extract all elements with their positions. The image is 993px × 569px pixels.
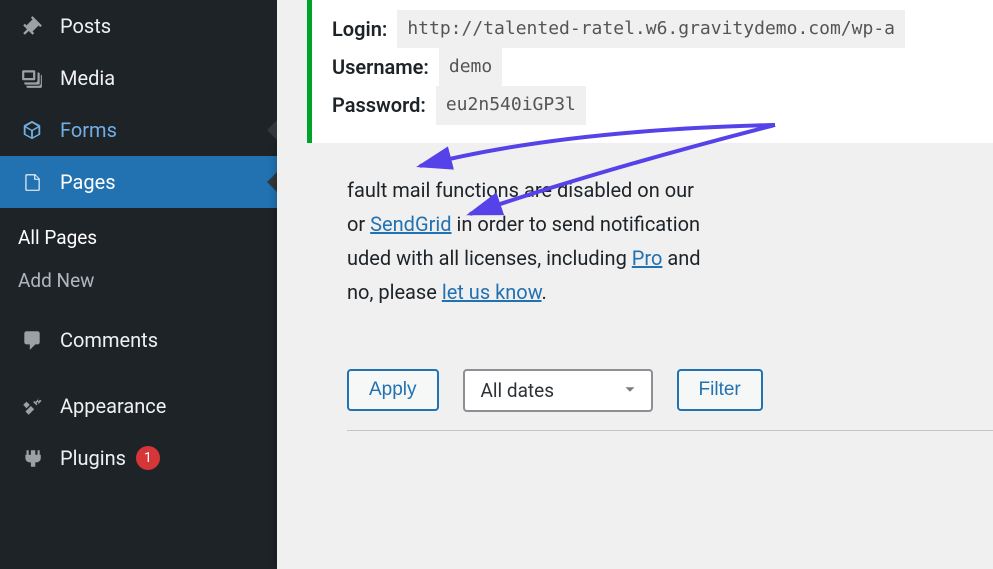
forms-icon <box>18 116 46 144</box>
let-us-know-link[interactable]: let us know <box>442 280 542 304</box>
sidebar-item-plugins[interactable]: Plugins 1 <box>0 432 277 484</box>
username-label: Username: <box>332 48 429 86</box>
sidebar-item-label: Posts <box>60 14 111 38</box>
username-row: Username: demo <box>332 48 973 86</box>
filter-button[interactable]: Filter <box>677 369 763 411</box>
dates-select-value: All dates <box>481 379 555 402</box>
demo-credentials-notice: Login: http://talented-ratel.w6.gravityd… <box>307 0 993 143</box>
sidebar-item-media[interactable]: Media <box>0 52 277 104</box>
sidebar-item-label: Media <box>60 66 115 90</box>
sidebar-item-label: Plugins <box>60 446 126 470</box>
password-label: Password: <box>332 86 426 124</box>
plugins-badge: 1 <box>136 446 160 470</box>
sidebar-item-comments[interactable]: Comments <box>0 314 277 366</box>
pages-submenu: All Pages Add New <box>0 208 277 314</box>
pin-icon <box>18 12 46 40</box>
submenu-item-all-pages[interactable]: All Pages <box>0 216 277 259</box>
appearance-icon <box>18 392 46 420</box>
submenu-item-add-new[interactable]: Add New <box>0 259 277 302</box>
table-top-border <box>347 430 993 431</box>
dates-select[interactable]: All dates <box>463 369 653 412</box>
sidebar-item-label: Comments <box>60 328 158 352</box>
sendgrid-link[interactable]: SendGrid <box>370 212 451 236</box>
password-row: Password: eu2n540iGP3l <box>332 86 973 124</box>
login-label: Login: <box>332 10 387 48</box>
main-content: Login: http://talented-ratel.w6.gravityd… <box>277 0 993 569</box>
sidebar-item-label: Forms <box>60 118 117 142</box>
login-value: http://talented-ratel.w6.gravitydemo.com… <box>397 10 905 48</box>
username-value: demo <box>439 48 502 86</box>
sidebar-item-appearance[interactable]: Appearance <box>0 380 277 432</box>
pro-link[interactable]: Pro <box>632 246 663 270</box>
admin-sidebar: Posts Media Forms Pages All Pages Add Ne… <box>0 0 277 569</box>
media-icon <box>18 64 46 92</box>
bulk-actions-row: Apply All dates Filter <box>307 369 993 412</box>
chevron-down-icon <box>621 381 639 399</box>
comments-icon <box>18 326 46 354</box>
password-value: eu2n540iGP3l <box>436 86 586 124</box>
sidebar-item-label: Pages <box>60 170 116 194</box>
sidebar-item-label: Appearance <box>60 394 166 418</box>
apply-button[interactable]: Apply <box>347 369 439 411</box>
sidebar-item-pages[interactable]: Pages <box>0 156 277 208</box>
sidebar-item-forms[interactable]: Forms <box>0 104 277 156</box>
sidebar-item-posts[interactable]: Posts <box>0 0 277 52</box>
pages-icon <box>18 168 46 196</box>
info-paragraph: fault mail functions are disabled on our… <box>307 173 993 309</box>
login-row: Login: http://talented-ratel.w6.gravityd… <box>332 10 973 48</box>
plugins-icon <box>18 444 46 472</box>
